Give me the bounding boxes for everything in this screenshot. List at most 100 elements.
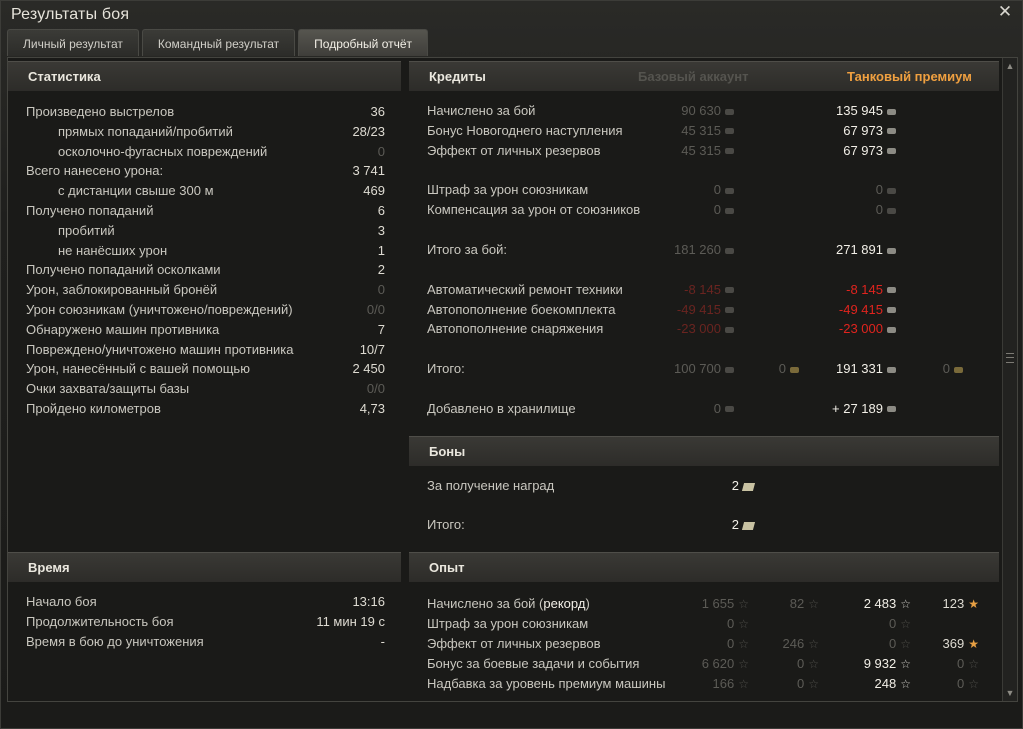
free-xp-icon: ☆ <box>808 677 819 691</box>
bond-value: 2 <box>731 476 756 496</box>
xp-row: Бонус за боевые задачи и события 6 620 ☆ 0 ☆… <box>409 654 999 674</box>
bond-label: Итого: <box>427 517 465 532</box>
base-xp-text: 0 <box>727 636 735 651</box>
xp-label-end: ) <box>585 596 590 611</box>
time-value: 13:16 <box>352 594 385 609</box>
credits-icon <box>887 148 896 155</box>
base-free-xp: 246 ☆ <box>783 634 819 654</box>
xp-star-icon: ☆ <box>900 597 911 611</box>
base-credits: 181 260 <box>674 240 734 260</box>
base-credits-text: 100 700 <box>674 361 721 377</box>
base-free-xp-text: 0 <box>797 676 805 691</box>
tab-detailed[interactable]: Подробный отчёт <box>298 29 429 56</box>
free-xp-icon: ☆ <box>808 637 819 651</box>
stat-label: пробитий <box>58 222 115 238</box>
credits-icon <box>887 187 896 194</box>
credits-icon <box>887 307 896 314</box>
premium-credits-text: 191 331 <box>836 361 883 377</box>
base-free-xp: 82 ☆ <box>790 594 819 614</box>
premium-xp-text: 0 <box>889 636 897 651</box>
premium-credits-text: 0 <box>875 182 883 198</box>
base-credits-text: -23 000 <box>676 321 721 337</box>
premium-xp: 0 ☆ <box>889 614 911 634</box>
premium-credits: 135 945 <box>836 101 896 121</box>
stat-row: пробитий 3 <box>8 221 401 241</box>
premium-credits: -8 145 <box>846 280 896 300</box>
xp-row: Начислено за бой (рекорд) 1 655 ☆ 82 ☆ 2 483 ☆… <box>409 594 999 614</box>
premium-credits-text: 67 973 <box>843 122 883 138</box>
base-credits: 45 315 <box>681 121 734 141</box>
xp-label: Штраф за урон союзникам <box>427 614 588 634</box>
premium-gold: 0 <box>943 359 963 379</box>
xp-label: Начислено за бой (рекорд) <box>427 594 590 614</box>
xp-star-icon: ☆ <box>738 657 749 671</box>
base-xp: 0 ☆ <box>727 634 749 654</box>
bond-icon <box>741 521 756 530</box>
time-value: 11 мин 19 с <box>316 614 385 629</box>
credit-label: Автопополнение боекомплекта <box>427 301 616 317</box>
credits-icon <box>725 406 734 413</box>
premium-credits-text: + 27 189 <box>832 400 883 416</box>
base-credits-text: 181 260 <box>674 241 721 257</box>
free-xp-icon: ★ <box>968 597 979 611</box>
scroll-grip-icon[interactable] <box>1006 353 1014 363</box>
stat-value: 6 <box>377 203 385 218</box>
premium-header: Танковый премиум <box>847 69 972 84</box>
premium-credits-text: 0 <box>875 202 883 218</box>
statistics-title: Статистика <box>8 61 401 91</box>
credits-icon <box>725 366 734 373</box>
bonds-title: Боны <box>409 436 999 466</box>
time-row: Продолжительность боя 11 мин 19 с <box>8 612 401 632</box>
premium-credits-text: 135 945 <box>836 103 883 118</box>
credits-icon <box>887 247 896 254</box>
time-label: Время в бою до уничтожения <box>26 634 204 649</box>
free-xp-icon: ☆ <box>968 677 979 691</box>
stat-label: Получено попаданий <box>26 203 154 218</box>
credits-icon <box>887 287 896 294</box>
base-gold-text: 0 <box>778 361 786 377</box>
premium-credits: + 27 189 <box>832 399 896 419</box>
stat-row: Урон, заблокированный бронёй 0 <box>8 280 401 300</box>
base-xp-text: 6 620 <box>701 656 735 671</box>
credits-icon <box>725 187 734 194</box>
premium-credits: 271 891 <box>836 240 896 260</box>
premium-credits: 67 973 <box>843 141 896 161</box>
xp-label-text: Штраф за урон союзникам <box>427 616 589 631</box>
xp-star-icon: ☆ <box>900 617 911 631</box>
stat-value: 36 <box>370 104 385 119</box>
close-icon[interactable]: ✕ <box>996 3 1014 21</box>
credit-row: Компенсация за урон от союзников 0 0 <box>409 200 999 220</box>
premium-xp: 0 ☆ <box>889 634 911 654</box>
credit-label: Автоматический ремонт техники <box>427 281 623 297</box>
stat-label: Получено попаданий осколками <box>26 262 221 278</box>
premium-free-xp: 0 ☆ <box>957 674 979 694</box>
tab-personal[interactable]: Личный результат <box>7 29 139 56</box>
premium-credits: 191 331 <box>836 359 896 379</box>
battle-results-window: Результаты боя ✕ Личный результат Команд… <box>0 0 1023 729</box>
stat-label: Повреждено/уничтожено машин противника <box>26 341 294 357</box>
stat-label: Всего нанесено урона: <box>26 163 164 179</box>
base-credits-text: -49 415 <box>676 301 721 317</box>
stat-value: 3 <box>377 222 385 238</box>
premium-free-xp-text: 0 <box>957 656 965 671</box>
stat-value: 1 <box>377 242 385 258</box>
tab-team[interactable]: Командный результат <box>141 29 296 56</box>
credit-row: Автоматический ремонт техники -8 145 -8 14… <box>409 280 999 300</box>
xp-star-icon: ☆ <box>738 617 749 631</box>
credits-icon <box>887 207 896 214</box>
scrollbar[interactable]: ▲ ▼ <box>1002 58 1017 701</box>
scroll-up-icon[interactable]: ▲ <box>1004 60 1016 72</box>
bond-value-text: 2 <box>731 478 739 493</box>
base-credits-text: 0 <box>713 182 721 198</box>
stat-value: 2 <box>377 262 385 278</box>
base-credits: -8 145 <box>684 280 734 300</box>
premium-free-xp: 123 ★ <box>943 594 979 614</box>
xp-label: Надбавка за уровень премиум машины <box>427 674 665 694</box>
scroll-down-icon[interactable]: ▼ <box>1004 687 1016 699</box>
xp-star-icon: ☆ <box>738 597 749 611</box>
credit-row: Итого: 100 700 0 191 331 0 <box>409 359 999 379</box>
premium-credits-text: -23 000 <box>838 321 883 337</box>
base-credits-text: 90 630 <box>681 103 721 118</box>
credit-label: Итого: <box>427 361 465 377</box>
premium-xp-text: 2 483 <box>863 596 897 611</box>
